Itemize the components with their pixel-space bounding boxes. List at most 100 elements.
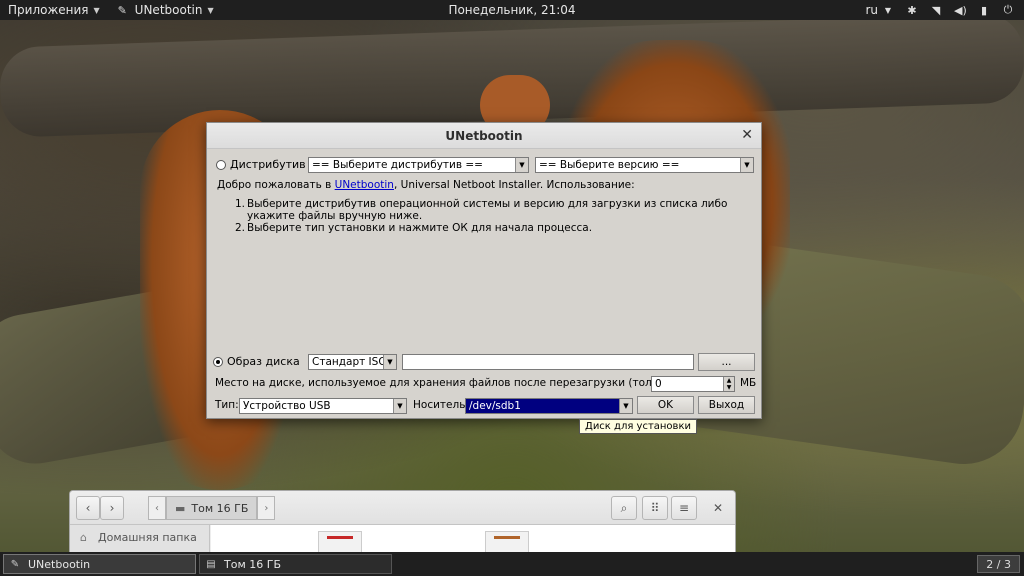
welcome-text: Добро пожаловать в UNetbootin, Universal… [217, 179, 635, 191]
drive-select[interactable]: /dev/sdb1 ▼ [465, 398, 633, 414]
chevron-left-icon: ‹ [85, 501, 91, 515]
close-icon: ✕ [712, 501, 724, 515]
close-icon[interactable]: ✕ [741, 127, 753, 143]
welcome-suffix: , Universal Netboot Installer. Использов… [393, 179, 635, 191]
chevron-down-icon: ▼ [207, 5, 214, 15]
instruction-step: 2. Выберите тип установки и нажмите ОК д… [235, 222, 745, 234]
radio-unchecked-icon [216, 159, 226, 170]
applications-menu-label: Приложения [8, 3, 89, 17]
dialog-title: UNetbootin [445, 128, 523, 143]
active-app-menu[interactable]: ✎ UNetbootin ▼ [108, 0, 222, 20]
diskimage-type-select[interactable]: Стандарт ISO ▼ [308, 354, 397, 370]
battery-icon[interactable]: ▮ [978, 4, 990, 17]
system-tray: ru ▼ ✱ ◥ ◀) ▮ ⏻ [865, 3, 1024, 17]
drive-tooltip: Диск для установки [579, 419, 697, 434]
file-manager-headerbar[interactable]: ‹ › ‹ ▬ Том 16 ГБ › ⌕ ⠿ ≡ ✕ [70, 491, 735, 525]
diskimage-radio-label: Образ диска [227, 355, 300, 368]
network-icon[interactable]: ◥ [930, 4, 942, 17]
file-manager-sidebar: ⌂ Домашняя папка [70, 525, 210, 552]
distro-select-value: == Выберите дистрибутив == [312, 159, 483, 171]
unetbootin-link[interactable]: UNetbootin [335, 179, 394, 191]
ok-button[interactable]: OK [637, 396, 694, 414]
file-icon-stripe [327, 536, 353, 539]
chevron-down-icon: ▼ [93, 5, 100, 15]
bottom-taskbar: ✎ UNetbootin ▤ Том 16 ГБ 2 / 3 [0, 552, 1024, 576]
distro-select[interactable]: == Выберите дистрибутив == ▼ [308, 157, 529, 173]
dropdown-arrow-icon: ▼ [619, 399, 632, 413]
home-icon: ⌂ [80, 531, 87, 544]
unetbootin-app-icon: ✎ [10, 558, 20, 570]
file-icon-stripe [494, 536, 520, 539]
distro-radio[interactable]: Дистрибутив [216, 158, 306, 171]
language-label: ru [865, 3, 878, 17]
view-grid-button[interactable]: ⠿ [642, 496, 668, 520]
file-icon[interactable] [318, 531, 362, 552]
dropdown-arrow-icon: ▼ [515, 158, 528, 172]
task-file-manager[interactable]: ▤ Том 16 ГБ [199, 554, 392, 574]
accessibility-icon[interactable]: ✱ [906, 4, 918, 17]
unetbootin-dialog: UNetbootin ✕ Дистрибутив == Выберите дис… [206, 122, 762, 419]
welcome-prefix: Добро пожаловать в [217, 179, 335, 191]
path-left-arrow[interactable]: ‹ [148, 496, 166, 520]
drive-value: /dev/sdb1 [469, 400, 521, 412]
version-select[interactable]: == Выберите версию == ▼ [535, 157, 754, 173]
unetbootin-app-icon: ✎ [117, 3, 127, 17]
search-icon: ⌕ [620, 500, 628, 515]
file-manager-window: ‹ › ‹ ▬ Том 16 ГБ › ⌕ ⠿ ≡ ✕ ⌂ Домашняя п… [69, 490, 736, 552]
task-unetbootin[interactable]: ✎ UNetbootin [3, 554, 196, 574]
top-bar: Приложения ▼ ✎ UNetbootin ▼ Понедельник,… [0, 0, 1024, 20]
step-text: Выберите дистрибутив операционной систем… [247, 198, 728, 222]
search-button[interactable]: ⌕ [611, 496, 637, 520]
workspace-indicator[interactable]: 2 / 3 [977, 555, 1020, 573]
spin-arrows-icon[interactable]: ▲ ▼ [723, 377, 734, 391]
diskimage-type-value: Стандарт ISO [312, 356, 387, 368]
menu-button[interactable]: ≡ [671, 496, 697, 520]
language-switcher[interactable]: ru ▼ [865, 3, 894, 17]
sidebar-item-label: Домашняя папка [98, 531, 197, 544]
distro-radio-label: Дистрибутив [230, 158, 306, 171]
path-segment-label: Том 16 ГБ [191, 501, 249, 515]
version-select-value: == Выберите версию == [539, 159, 680, 171]
diskimage-path-input[interactable] [402, 354, 694, 370]
file-manager-content [211, 525, 735, 552]
space-unit: МБ [740, 377, 757, 389]
dropdown-arrow-icon: ▼ [393, 399, 406, 413]
space-spinbox[interactable]: 0 ▲ ▼ [651, 376, 735, 392]
power-menu-icon[interactable]: ⏻ [1002, 3, 1014, 17]
type-label: Тип: [215, 399, 239, 411]
file-manager-icon: ▤ [206, 558, 216, 570]
chevron-down-icon: ▼ [884, 5, 892, 15]
drive-icon: ▬ [175, 501, 186, 515]
grid-icon: ⠿ [650, 501, 660, 515]
back-button[interactable]: ‹ [76, 496, 100, 520]
instruction-step: 1. Выберите дистрибутив операционной сис… [235, 198, 745, 222]
package-file-icon[interactable] [485, 531, 529, 552]
path-bar: ‹ ▬ Том 16 ГБ › [148, 496, 276, 520]
chevron-right-icon: › [109, 501, 115, 515]
radio-checked-icon [213, 356, 223, 367]
active-app-label: UNetbootin [134, 3, 203, 17]
drive-label: Носитель: [413, 399, 469, 411]
dropdown-arrow-icon: ▼ [383, 355, 396, 369]
type-select[interactable]: Устройство USB ▼ [239, 398, 407, 414]
path-right-arrow[interactable]: › [257, 496, 276, 520]
diskimage-radio[interactable]: Образ диска [213, 355, 300, 368]
space-value: 0 [655, 378, 662, 390]
forward-button[interactable]: › [100, 496, 124, 520]
step-number: 2. [235, 222, 246, 234]
browse-button[interactable]: ... [698, 353, 755, 371]
close-button[interactable]: ✕ [706, 496, 730, 520]
dialog-titlebar[interactable]: UNetbootin ✕ [207, 123, 761, 149]
volume-icon[interactable]: ◀) [954, 4, 967, 17]
applications-menu[interactable]: Приложения ▼ [0, 0, 108, 20]
sidebar-item-home[interactable]: ⌂ Домашняя папка [70, 525, 209, 550]
dropdown-arrow-icon: ▼ [740, 158, 753, 172]
step-number: 1. [235, 198, 246, 210]
path-segment[interactable]: ▬ Том 16 ГБ [166, 496, 258, 520]
type-value: Устройство USB [243, 400, 331, 412]
task-label: Том 16 ГБ [224, 557, 281, 571]
instruction-steps: 1. Выберите дистрибутив операционной сис… [235, 198, 745, 234]
space-label: Место на диске, используемое для хранени… [215, 377, 721, 389]
exit-button[interactable]: Выход [698, 396, 755, 414]
task-label: UNetbootin [28, 557, 91, 571]
